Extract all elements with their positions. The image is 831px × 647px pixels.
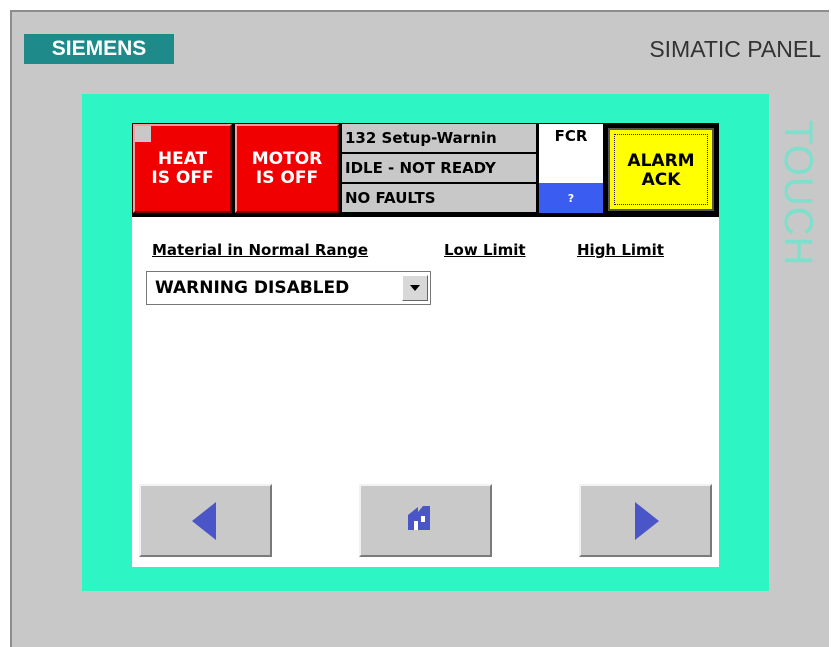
left-arrow-icon	[192, 502, 216, 540]
hmi-screen: HEAT IS OFF MOTOR IS OFF 132 Setup-Warni…	[132, 123, 719, 567]
siemens-logo: SIEMENS	[24, 34, 174, 64]
home-button[interactable]	[359, 484, 492, 557]
heat-status-label: HEAT IS OFF	[151, 149, 214, 188]
home-icon	[408, 506, 430, 530]
status-bar: HEAT IS OFF MOTOR IS OFF 132 Setup-Warni…	[132, 123, 719, 217]
heat-status-button[interactable]: HEAT IS OFF	[133, 124, 232, 213]
motor-status-label: MOTOR IS OFF	[251, 149, 323, 188]
chevron-down-icon[interactable]	[402, 275, 428, 301]
fcr-indicator: FCR ?	[539, 124, 603, 213]
fault-status-message: NO FAULTS	[342, 184, 536, 212]
low-limit-header: Low Limit	[444, 241, 526, 259]
alarm-ack-button[interactable]: ALARM ACK	[608, 128, 714, 211]
fcr-label: FCR	[554, 127, 588, 145]
forward-button[interactable]	[579, 484, 712, 557]
material-range-header: Material in Normal Range	[152, 241, 369, 259]
machine-state-message: IDLE - NOT READY	[342, 154, 536, 182]
indicator-square	[135, 126, 151, 142]
help-button[interactable]: ?	[539, 183, 603, 213]
high-limit-header: High Limit	[577, 241, 664, 259]
warning-mode-dropdown[interactable]: WARNING DISABLED	[146, 271, 431, 305]
back-button[interactable]	[139, 484, 272, 557]
right-arrow-icon	[635, 502, 659, 540]
warning-mode-value: WARNING DISABLED	[155, 278, 350, 298]
screen-name-message: 132 Setup-Warnin	[342, 124, 536, 152]
alarm-ack-label: ALARM ACK	[614, 134, 708, 205]
motor-status-button[interactable]: MOTOR IS OFF	[235, 124, 339, 213]
touch-label: TOUCH	[776, 120, 820, 267]
hmi-panel: SIEMENS SIMATIC PANEL TOUCH HEAT IS OFF …	[10, 10, 829, 647]
panel-model-label: SIMATIC PANEL	[649, 36, 821, 62]
